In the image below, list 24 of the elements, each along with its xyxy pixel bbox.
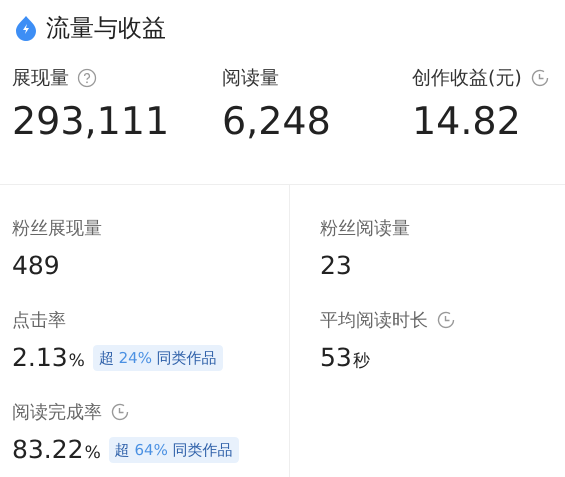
metric-label: 粉丝展现量: [12, 216, 102, 240]
help-icon[interactable]: [77, 68, 97, 88]
section-title: 流量与收益: [46, 13, 166, 44]
metric-value: 293,111: [12, 98, 170, 145]
metric-value: 6,248: [222, 98, 332, 145]
metric-value: 83.22%: [12, 434, 101, 466]
clock-icon[interactable]: [436, 310, 456, 330]
comparison-badge: 超 64% 同类作品: [108, 436, 239, 463]
metric-value: 489: [12, 250, 60, 282]
metric-label: 阅读量: [222, 66, 279, 91]
metric-label: 阅读完成率: [12, 400, 102, 424]
metric-value: 53秒: [320, 342, 370, 374]
clock-icon[interactable]: [110, 402, 130, 422]
metric-label: 展现量: [12, 66, 69, 91]
lightning-drop-icon: [14, 15, 38, 41]
metric-label: 点击率: [12, 308, 66, 332]
clock-icon[interactable]: [530, 68, 550, 88]
metric-label: 平均阅读时长: [320, 308, 428, 332]
metric-label: 创作收益(元): [412, 66, 522, 91]
metric-value: 14.82: [412, 98, 522, 145]
metric-value: 23: [320, 250, 352, 282]
metric-value: 2.13%: [12, 342, 85, 374]
comparison-badge: 超 24% 同类作品: [92, 344, 223, 371]
metric-label: 粉丝阅读量: [320, 216, 410, 240]
